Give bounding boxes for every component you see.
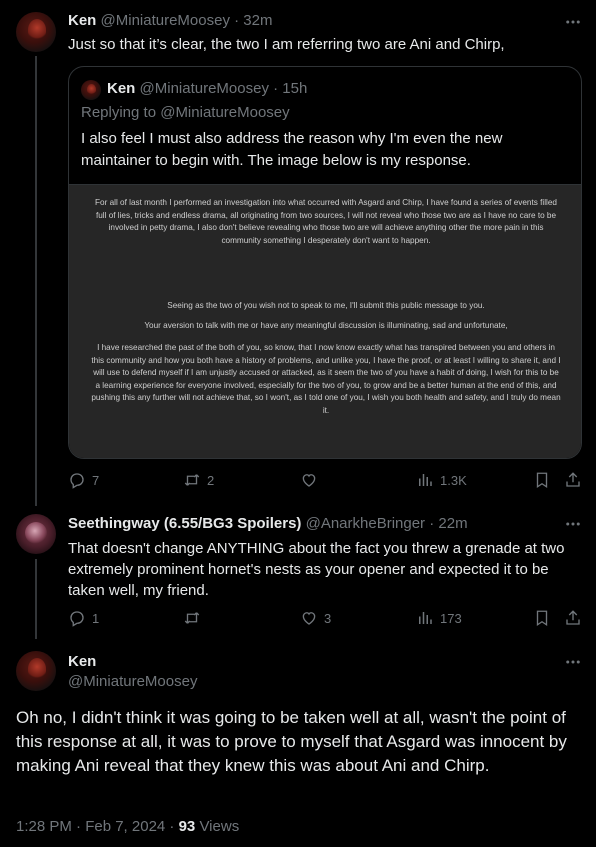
post-actions: 7 2 1.3K <box>68 471 582 491</box>
reply-icon <box>70 473 84 489</box>
image-paragraph: Seeing as the two of you wish not to spe… <box>167 301 485 310</box>
reply-count: 7 <box>92 472 100 488</box>
thread-line <box>35 559 37 639</box>
views-button[interactable]: 1.3K <box>416 471 467 489</box>
quote-time: · 15h <box>273 80 308 97</box>
more-icon[interactable] <box>564 13 582 31</box>
post-meta: 1:28 PM · Feb 7, 2024 · 93 Views <box>16 818 239 835</box>
share-button[interactable] <box>564 609 582 627</box>
more-icon[interactable] <box>564 515 582 533</box>
post-header: Ken @MiniatureMoosey · 32m <box>68 12 272 29</box>
like-count: 3 <box>324 610 332 626</box>
timestamp[interactable]: 1:28 PM · Feb 7, 2024 · <box>16 818 174 835</box>
quote-header: Ken @MiniatureMoosey · 15h <box>107 80 307 97</box>
avatar[interactable] <box>16 12 56 52</box>
bookmark-icon <box>536 610 548 627</box>
reply-count: 1 <box>92 610 100 626</box>
like-icon <box>302 474 316 487</box>
post-text: Oh no, I didn't think it was going to be… <box>16 708 567 775</box>
author-name[interactable]: Seethingway (6.55/BG3 Spoilers) <box>68 515 301 532</box>
repost-icon <box>184 474 200 486</box>
bookmark-button[interactable] <box>533 609 551 627</box>
views-count: 1.3K <box>440 472 467 488</box>
post-header: Seethingway (6.55/BG3 Spoilers) @Anarkhe… <box>68 515 468 532</box>
quote-author-handle: @MiniatureMoosey <box>139 80 269 97</box>
post-time[interactable]: · 22m <box>429 515 467 532</box>
views-count: 93 <box>178 818 196 835</box>
bookmark-button[interactable] <box>533 471 551 489</box>
post-text: Just so that it’s clear, the two I am re… <box>68 36 505 53</box>
post-actions: 1 3 173 <box>68 609 582 629</box>
more-icon[interactable] <box>564 653 582 671</box>
share-button[interactable] <box>564 471 582 489</box>
reply-icon <box>70 611 84 627</box>
views-count: 173 <box>440 610 462 626</box>
replying-to: Replying to @MiniatureMoosey <box>81 104 290 121</box>
quote-author-name: Ken <box>107 80 136 97</box>
author-name[interactable]: Ken <box>68 12 96 29</box>
reply-button[interactable]: 1 <box>68 609 99 627</box>
repost-count: 2 <box>207 472 215 488</box>
views-icon <box>419 474 432 486</box>
author-handle[interactable]: @MiniatureMoosey <box>101 12 230 29</box>
author-handle[interactable]: @AnarkheBringer <box>306 515 425 532</box>
repost-icon <box>184 612 200 624</box>
like-button[interactable] <box>300 471 324 489</box>
repost-button[interactable] <box>183 609 207 627</box>
views-icon <box>419 612 432 624</box>
image-paragraph: I have researched the past of the both o… <box>91 343 561 415</box>
avatar[interactable] <box>16 651 56 691</box>
repost-button[interactable]: 2 <box>183 471 214 489</box>
like-button[interactable]: 3 <box>300 609 331 627</box>
thread-line <box>35 56 37 506</box>
author-name[interactable]: Ken <box>68 653 96 670</box>
quote-image[interactable]: For all of last month I performed an inv… <box>69 184 581 458</box>
author-handle[interactable]: @MiniatureMoosey <box>68 673 197 690</box>
avatar[interactable] <box>16 514 56 554</box>
like-icon <box>302 612 316 625</box>
views-button[interactable]: 173 <box>416 609 462 627</box>
bookmark-icon <box>536 472 548 489</box>
quote-avatar <box>81 80 101 100</box>
share-icon <box>566 610 580 625</box>
image-paragraph: For all of last month I performed an inv… <box>95 198 557 245</box>
quoted-post[interactable]: Ken @MiniatureMoosey · 15h Replying to @… <box>68 66 582 459</box>
post-text: That doesn't change ANYTHING about the f… <box>68 540 565 599</box>
post-time[interactable]: · 32m <box>234 12 272 29</box>
reply-button[interactable]: 7 <box>68 471 99 489</box>
image-paragraph: Your aversion to talk with me or have an… <box>144 321 508 330</box>
quote-text: I also feel I must also address the reas… <box>81 130 503 169</box>
views-label: Views <box>199 818 240 835</box>
share-icon <box>566 472 580 487</box>
